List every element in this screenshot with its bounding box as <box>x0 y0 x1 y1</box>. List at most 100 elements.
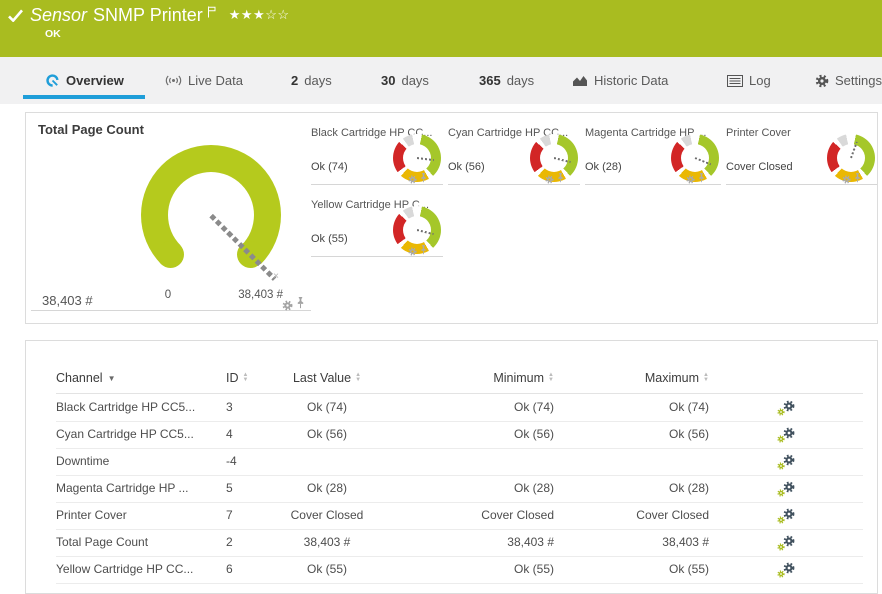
gauge-max-label: 38,403 # <box>213 289 283 301</box>
table-row: Cyan Cartridge HP CC5... 4 Ok (56) Ok (5… <box>56 421 863 449</box>
gauge-tools <box>545 170 564 188</box>
edit-channel-cell <box>771 394 801 421</box>
gauge-tools <box>282 296 305 314</box>
sort-icon: ▲▼ <box>355 373 361 383</box>
tab-historic-data[interactable]: Historic Data <box>572 57 668 104</box>
channel-maximum: 38,403 # <box>601 529 709 556</box>
edit-channel-cell <box>771 448 801 475</box>
gauge-title: Printer Cover <box>726 127 791 139</box>
pin-icon[interactable] <box>854 170 861 188</box>
tab-number: 30 <box>381 73 395 88</box>
gauge-icon <box>45 73 60 88</box>
channel-name-link[interactable]: Downtime <box>56 448 221 475</box>
column-header-maximum[interactable]: Maximum ▲▼ <box>601 371 709 385</box>
channel-minimum: Ok (28) <box>446 475 554 502</box>
edit-channel-cell <box>771 475 801 502</box>
gauge-tile-printer-cover[interactable]: Printer Cover Cover Closed <box>726 126 877 185</box>
channel-last-value: Cover Closed <box>243 502 411 529</box>
gauge-tools <box>408 242 427 260</box>
gauge-needle <box>554 157 571 163</box>
column-header-channel[interactable]: Channel ▼ <box>56 371 116 385</box>
column-header-last-value[interactable]: Last Value ▲▼ <box>243 371 411 385</box>
edit-channel-settings-icon[interactable] <box>777 562 795 578</box>
total-page-count-gauge-tile[interactable]: Total Page Count × 0 38,403 # 38,403 # <box>31 113 311 311</box>
gauge-tile-cyan-cartridge[interactable]: Cyan Cartridge HP CC... Ok (56) <box>448 126 580 185</box>
status-badge: OK <box>45 28 61 40</box>
column-label: Last Value <box>293 371 351 385</box>
gauge-needle <box>417 157 434 161</box>
channel-name-link[interactable]: Cyan Cartridge HP CC5... <box>56 421 221 448</box>
edit-channel-settings-icon[interactable] <box>777 454 795 470</box>
channel-name-link[interactable]: Black Cartridge HP CC5... <box>56 394 221 421</box>
tab-365-days[interactable]: 365 days <box>479 57 534 104</box>
tab-number: 365 <box>479 73 501 88</box>
column-label: Maximum <box>645 371 699 385</box>
active-tab-indicator <box>23 95 145 99</box>
ok-check-icon <box>8 9 23 22</box>
tab-label: days <box>401 73 428 88</box>
gear-icon[interactable] <box>545 175 554 184</box>
tab-log[interactable]: Log <box>727 57 771 104</box>
column-header-minimum[interactable]: Minimum ▲▼ <box>446 371 554 385</box>
tab-label: Log <box>749 73 771 88</box>
gauges-panel: Total Page Count × 0 38,403 # 38,403 # B… <box>25 112 878 324</box>
edit-channel-settings-icon[interactable] <box>777 427 795 443</box>
sort-descending-icon: ▼ <box>108 374 116 383</box>
edit-channel-settings-icon[interactable] <box>777 535 795 551</box>
channel-last-value: 38,403 # <box>243 529 411 556</box>
channel-minimum: Cover Closed <box>446 502 554 529</box>
priority-stars[interactable]: ★★★☆☆ <box>229 7 290 23</box>
pin-icon[interactable] <box>698 170 705 188</box>
gear-icon[interactable] <box>686 175 695 184</box>
sensor-header: Sensor SNMP Printer ★★★☆☆ OK <box>0 0 882 57</box>
tab-number: 2 <box>291 73 298 88</box>
gauge-tools <box>408 170 427 188</box>
edit-channel-settings-icon[interactable] <box>777 400 795 416</box>
gauge-tile-yellow-cartridge[interactable]: Yellow Cartridge HP C... Ok (55) <box>311 198 443 257</box>
tab-label: Settings <box>835 73 882 88</box>
page-title: SNMP Printer <box>93 5 203 26</box>
edit-channel-settings-icon[interactable] <box>777 481 795 497</box>
channel-last-value: Ok (56) <box>243 421 411 448</box>
gauge-tile-magenta-cartridge[interactable]: Magenta Cartridge HP ... Ok (28) <box>585 126 721 185</box>
live-data-icon <box>165 74 182 87</box>
pin-icon[interactable] <box>420 170 427 188</box>
channel-last-value <box>243 448 411 475</box>
gear-icon[interactable] <box>408 247 417 256</box>
channel-maximum: Cover Closed <box>601 502 709 529</box>
channel-name-link[interactable]: Total Page Count <box>56 529 221 556</box>
tab-label: days <box>304 73 331 88</box>
table-row: Printer Cover 7 Cover Closed Cover Close… <box>56 502 863 530</box>
channel-name-link[interactable]: Yellow Cartridge HP CC... <box>56 556 221 583</box>
gauge-needle <box>417 229 434 235</box>
gauge-status-value: Ok (74) <box>311 161 348 173</box>
tab-bar: Overview Live Data 2 days 30 days 365 da… <box>0 57 882 104</box>
tab-live-data[interactable]: Live Data <box>165 57 243 104</box>
gauge-status-value: Cover Closed <box>726 161 793 173</box>
gear-icon <box>815 74 829 88</box>
gear-icon[interactable] <box>842 175 851 184</box>
log-icon <box>727 75 743 87</box>
tab-label: Overview <box>66 73 124 88</box>
tab-2-days[interactable]: 2 days <box>291 57 332 104</box>
edit-channel-settings-icon[interactable] <box>777 508 795 524</box>
gear-icon[interactable] <box>282 300 293 311</box>
gear-icon[interactable] <box>408 175 417 184</box>
gauge-current-value: 38,403 # <box>42 293 93 308</box>
table-row: Black Cartridge HP CC5... 3 Ok (74) Ok (… <box>56 394 863 422</box>
gauge-tools <box>686 170 705 188</box>
gauge-status-value: Ok (28) <box>585 161 622 173</box>
channel-name-link[interactable]: Magenta Cartridge HP ... <box>56 475 221 502</box>
channel-name-link[interactable]: Printer Cover <box>56 502 221 529</box>
pin-icon[interactable] <box>420 242 427 260</box>
sort-icon: ▲▼ <box>548 373 554 383</box>
pin-icon[interactable] <box>296 296 305 314</box>
pin-icon[interactable] <box>557 170 564 188</box>
tab-30-days[interactable]: 30 days <box>381 57 429 104</box>
tab-settings[interactable]: Settings <box>815 57 882 104</box>
flag-icon[interactable] <box>207 6 217 18</box>
sort-icon: ▲▼ <box>703 373 709 383</box>
channel-minimum: Ok (74) <box>446 394 554 421</box>
gauge-tile-black-cartridge[interactable]: Black Cartridge HP CC... Ok (74) <box>311 126 443 185</box>
edit-channel-cell <box>771 556 801 583</box>
